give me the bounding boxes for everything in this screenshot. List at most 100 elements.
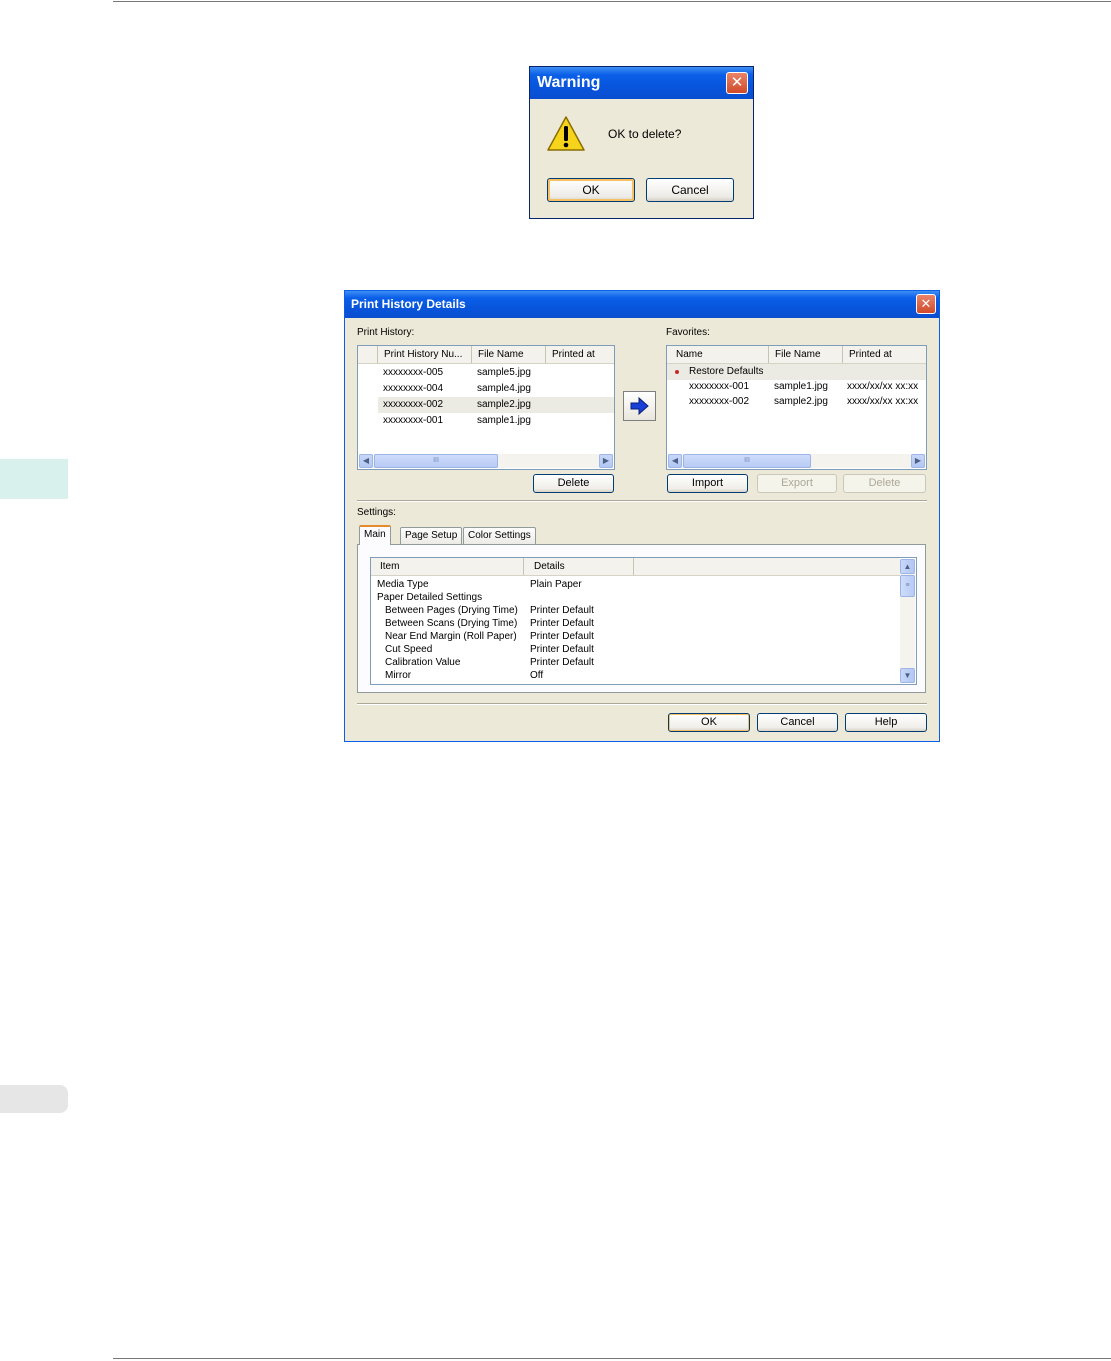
tab-main[interactable]: Main — [359, 525, 391, 545]
cell-file-name: sample2.jpg — [774, 396, 828, 407]
settings-item: Cut Speed — [385, 644, 433, 655]
print-history-delete-label: Delete — [557, 477, 590, 489]
cell-name: xxxxxxxx-002 — [689, 396, 750, 407]
scroll-thumb[interactable]: III — [683, 454, 811, 468]
column-header-print-history-number[interactable]: Print History Nu... — [378, 346, 472, 363]
settings-label: Settings: — [357, 507, 396, 518]
tab-color-settings[interactable]: Color Settings — [463, 527, 536, 544]
table-row[interactable]: xxxxxxxx-002 sample2.jpg — [378, 397, 614, 413]
top-rule — [113, 1, 1111, 2]
scroll-down-icon[interactable]: ▼ — [900, 668, 915, 683]
settings-detail: Printer Default — [530, 605, 594, 616]
settings-item: Calibration Value — [385, 657, 461, 668]
ok-label: OK — [701, 716, 717, 728]
cancel-label: Cancel — [780, 716, 815, 728]
scroll-up-icon[interactable]: ▲ — [900, 559, 915, 574]
settings-vscroll[interactable]: ▲ ≡ ▼ — [900, 559, 915, 683]
cell-name: xxxxxxxx-001 — [689, 381, 750, 392]
settings-item: Mirror — [385, 670, 412, 681]
table-row[interactable]: xxxxxxxx-005 sample5.jpg — [358, 365, 614, 381]
table-row[interactable]: xxxxxxxx-001 sample1.jpg xxxx/xx/xx xx:xx — [667, 379, 926, 395]
settings-item: Between Pages (Drying Time) — [385, 605, 518, 616]
settings-tab-panel: Item Details Media Type Plain Paper Paper … — [357, 544, 926, 693]
separator — [357, 703, 927, 705]
cell-name: Restore Defaults — [689, 366, 764, 377]
header-spacer — [358, 346, 378, 363]
column-header-printed-at[interactable]: Printed at — [546, 346, 614, 363]
column-header-name[interactable]: Name — [667, 346, 769, 363]
warning-message: OK to delete? — [608, 127, 682, 141]
cell-printed-at: xxxx/xx/xx xx:xx — [847, 396, 919, 407]
cell-printed-at: xxxx/xx/xx xx:xx — [847, 381, 919, 392]
settings-item: Paper Detailed Settings — [377, 592, 483, 603]
cell-file-name: sample1.jpg — [774, 381, 828, 392]
column-header-file-name[interactable]: File Name — [472, 346, 546, 363]
scroll-left-icon[interactable]: ◀ — [359, 454, 373, 468]
settings-detail: Printer Default — [530, 644, 594, 655]
scroll-thumb[interactable]: ≡ — [900, 575, 915, 597]
ok-button[interactable]: OK — [668, 713, 750, 732]
column-header-item[interactable]: Item — [371, 558, 524, 575]
close-icon[interactable]: ✕ — [916, 294, 936, 314]
scroll-thumb[interactable]: III — [374, 454, 498, 468]
scroll-left-icon[interactable]: ◀ — [668, 454, 682, 468]
table-row[interactable]: xxxxxxxx-001 sample1.jpg — [358, 413, 614, 429]
default-dot-icon — [675, 370, 679, 374]
settings-list[interactable]: Item Details Media Type Plain Paper Paper … — [370, 557, 917, 685]
arrow-right-icon — [630, 396, 649, 416]
cell-history-number: xxxxxxxx-004 — [383, 383, 444, 394]
settings-detail: Printer Default — [530, 618, 594, 629]
warning-title: Warning — [537, 74, 601, 91]
cell-file-name: sample4.jpg — [477, 383, 531, 394]
export-label: Export — [781, 477, 813, 489]
side-tab-grey — [0, 1085, 68, 1113]
settings-detail: Printer Default — [530, 631, 594, 642]
favorites-hscroll[interactable]: ◀ III ▶ — [668, 454, 925, 468]
warning-ok-button[interactable]: OK — [547, 178, 635, 202]
favorites-label: Favorites: — [666, 327, 710, 338]
favorites-list[interactable]: Name File Name Printed at Restore Defaul… — [666, 345, 927, 470]
separator — [357, 500, 927, 502]
favorites-header: Name File Name Printed at — [667, 346, 926, 364]
cell-history-number: xxxxxxxx-001 — [383, 415, 444, 426]
settings-detail: Off — [530, 670, 544, 681]
table-row[interactable]: xxxxxxxx-004 sample4.jpg — [358, 381, 614, 397]
scroll-right-icon[interactable]: ▶ — [911, 454, 925, 468]
column-header-details[interactable]: Details — [524, 558, 634, 575]
column-header-printed-at[interactable]: Printed at — [843, 346, 926, 363]
help-label: Help — [874, 716, 898, 728]
print-history-header: Print History Nu... File Name Printed at — [358, 346, 614, 364]
settings-detail: Plain Paper — [530, 579, 582, 590]
import-label: Import — [691, 477, 724, 489]
help-button[interactable]: Help — [845, 713, 927, 732]
close-icon[interactable]: ✕ — [726, 72, 748, 94]
table-row[interactable]: Restore Defaults — [667, 364, 926, 380]
settings-item: Media Type — [377, 579, 429, 590]
print-history-hscroll[interactable]: ◀ III ▶ — [359, 454, 613, 468]
warning-title-bar: Warning ✕ — [530, 67, 753, 99]
column-header-file-name[interactable]: File Name — [769, 346, 843, 363]
cell-file-name: sample5.jpg — [477, 367, 531, 378]
cell-history-number: xxxxxxxx-005 — [383, 367, 444, 378]
import-button[interactable]: Import — [667, 474, 748, 493]
cancel-button[interactable]: Cancel — [757, 713, 838, 732]
table-row[interactable]: xxxxxxxx-002 sample2.jpg xxxx/xx/xx xx:xx — [667, 394, 926, 410]
print-history-delete-button[interactable]: Delete — [533, 474, 614, 493]
dialog-title-bar: Print History Details ✕ — [345, 291, 939, 318]
settings-item: Between Scans (Drying Time) — [385, 618, 518, 629]
warning-cancel-button[interactable]: Cancel — [646, 178, 734, 202]
favorites-delete-button[interactable]: Delete — [843, 474, 926, 493]
cell-file-name: sample1.jpg — [477, 415, 531, 426]
print-history-list[interactable]: Print History Nu... File Name Printed at… — [357, 345, 615, 470]
settings-item: Near End Margin (Roll Paper) — [385, 631, 517, 642]
scroll-right-icon[interactable]: ▶ — [599, 454, 613, 468]
print-history-label: Print History: — [357, 327, 415, 338]
warning-dialog: Warning ✕ OK to delete? OK Cancel — [529, 66, 754, 219]
tab-page-setup[interactable]: Page Setup — [400, 527, 463, 544]
warning-icon — [547, 116, 585, 151]
add-to-favorites-button[interactable] — [623, 391, 656, 421]
favorites-delete-label: Delete — [868, 477, 901, 489]
export-button[interactable]: Export — [757, 474, 837, 493]
settings-header: Item Details — [371, 558, 900, 576]
print-history-details-dialog: Print History Details ✕ Print History: P… — [344, 290, 940, 742]
